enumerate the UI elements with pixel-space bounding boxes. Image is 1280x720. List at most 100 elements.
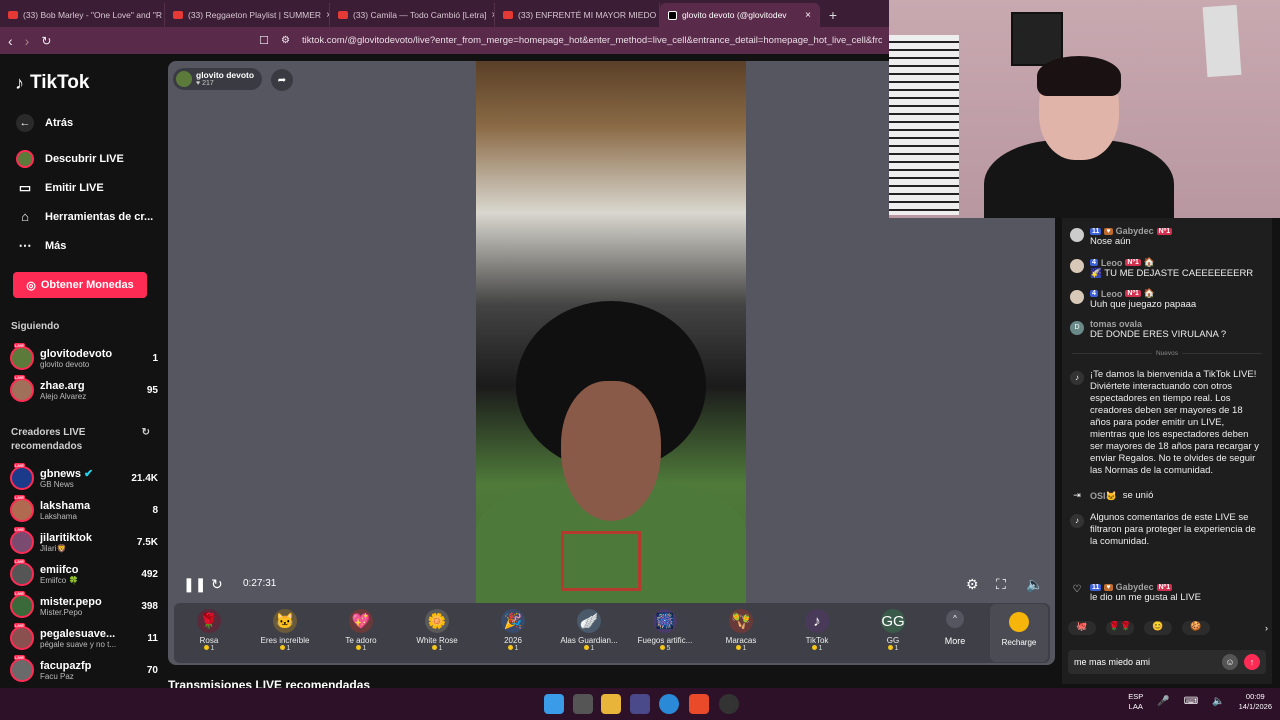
edge-icon[interactable] — [659, 694, 679, 714]
site-info-icon[interactable]: ⚙ — [281, 35, 290, 46]
obs-icon[interactable] — [719, 694, 739, 714]
new-tab-button[interactable]: + — [820, 3, 846, 27]
sidebar-user-row[interactable]: LIVE emiifco Emiifco 🍀 492 — [10, 558, 158, 590]
pause-button[interactable]: ❚❚ — [183, 576, 206, 593]
browser-tab[interactable]: (33) Camila — Todo Cambió [Letra]× — [330, 3, 495, 27]
sidebar-user-row[interactable]: LIVE glovitodevoto glovito devoto 1 — [10, 342, 158, 374]
refresh-button[interactable]: ↻ — [211, 576, 223, 593]
live-badge: LIVE — [14, 655, 25, 660]
browser-tab[interactable]: (33) ENFRENTÉ MI MAYOR MIEDO -× — [495, 3, 660, 27]
quick-gift[interactable]: 😊 — [1144, 621, 1172, 635]
gift-item[interactable]: ♪ TikTok 1 — [782, 607, 852, 652]
gift-item[interactable]: GG GG 1 — [858, 607, 928, 652]
back-icon[interactable]: ‹ — [8, 33, 13, 49]
file-explorer-icon[interactable] — [601, 694, 621, 714]
browser-tab[interactable]: (33) Reggaeton Playlist | SUMMER× — [165, 3, 330, 27]
join-icon: ⇥ — [1073, 490, 1081, 500]
language-indicator[interactable]: ESP LAA — [1128, 692, 1143, 712]
chat-input[interactable]: me mas miedo ami ☺ ↑ — [1068, 650, 1266, 674]
sidebar-user-row[interactable]: LIVE facupazfp Facu Paz 70 — [10, 654, 158, 686]
gift-item[interactable]: 🌼 White Rose 1 — [402, 607, 472, 652]
gift-item[interactable]: 🐱 Eres increíble 1 — [250, 607, 320, 652]
live-badge: LIVE — [14, 495, 25, 500]
forward-icon[interactable]: › — [25, 33, 30, 49]
quick-gift[interactable]: 🐙 — [1068, 621, 1096, 635]
user-subtitle: glovito devoto — [40, 359, 90, 369]
chevron-right-icon[interactable]: › — [1265, 623, 1268, 633]
fullscreen-button[interactable]: ⛶ — [996, 576, 1006, 593]
verified-icon: ✔ — [84, 467, 94, 480]
network-icon[interactable]: ⌨ — [1184, 697, 1198, 707]
avatar: LIVE — [10, 559, 34, 586]
gift-price: 1 — [858, 645, 928, 652]
gift-price: 1 — [706, 645, 776, 652]
emoji-icon[interactable]: ☺ — [1222, 654, 1238, 670]
more-gifts-button[interactable]: ^ More — [943, 610, 967, 646]
following-heading: Siguiendo — [11, 321, 60, 332]
gift-item[interactable]: 🎉 2026 1 — [478, 607, 548, 652]
gift-item[interactable]: 🌹 Rosa 1 — [174, 607, 244, 652]
browser-tab[interactable]: (33) Bob Marley - "One Love" and "R× — [0, 3, 165, 27]
chat-message: 4 Leoo Nº1 🏠 🌠 TU ME DEJASTE CAEEEEEEERR — [1070, 257, 1268, 280]
sidebar-user-row[interactable]: LIVE pegalesuave... pégale suave y no t...… — [10, 622, 158, 654]
url-field[interactable]: tiktok.com/@glovitodevoto/live?enter_fro… — [302, 35, 882, 46]
clock[interactable]: 00:09 14/1/2026 — [1239, 692, 1272, 712]
viewer-count: 8 — [152, 504, 158, 516]
nav-more[interactable]: ⋯ Más — [10, 231, 158, 260]
live-badge: LIVE — [14, 527, 25, 532]
bookmark-icon[interactable]: ☐ — [259, 34, 269, 47]
sidebar-user-row[interactable]: LIVE lakshama Lakshama 8 — [10, 494, 158, 526]
gift-price: 1 — [478, 645, 548, 652]
settings-button[interactable]: ⚙ — [966, 576, 979, 593]
youtube-icon — [8, 11, 18, 19]
close-tab-icon[interactable]: × — [805, 10, 811, 21]
send-button[interactable]: ↑ — [1244, 654, 1260, 670]
recommended-heading-row: Creadores LIVE recomendados ↻ — [11, 426, 158, 454]
user-subtitle: Facu Paz — [40, 671, 74, 681]
chat-message: 4 Leoo Nº1 🏠 Uuh que juegazo papaaa — [1070, 288, 1268, 311]
gift-item[interactable]: 🪽 Alas Guardian... 1 — [554, 607, 624, 652]
app-icon[interactable] — [630, 694, 650, 714]
nav-creator-tools[interactable]: ⌂ Herramientas de cr... — [10, 202, 158, 231]
gift-item[interactable]: 💖 Te adoro 1 — [326, 607, 396, 652]
microphone-icon[interactable]: 🎤 — [1157, 697, 1169, 707]
recharge-button[interactable]: Recharge — [990, 604, 1048, 662]
live-video[interactable] — [476, 61, 746, 603]
user-name: gbnews ✔ — [40, 467, 94, 480]
quick-gift[interactable]: 🌹🌹 — [1106, 621, 1134, 635]
chat-input-value[interactable]: me mas miedo ami — [1074, 657, 1150, 667]
sidebar-user-row[interactable]: LIVE mister.pepo Mister.Pepo 398 — [10, 590, 158, 622]
nav-discover-live[interactable]: Descubrir LIVE — [10, 144, 158, 173]
nav-back[interactable]: ← Atrás — [10, 108, 158, 137]
task-view-icon[interactable] — [573, 694, 593, 714]
sidebar-user-row[interactable]: LIVE zhae.arg Alejo Alvarez 95 — [10, 374, 158, 406]
reload-icon[interactable]: ↻ — [41, 34, 51, 48]
windows-start-icon[interactable] — [544, 694, 564, 714]
gift-item[interactable]: 🪇 Maracas 1 — [706, 607, 776, 652]
sidebar-user-row[interactable]: LIVE jilaritiktok Jilari🦁 7.5K — [10, 526, 158, 558]
avatar: LIVE — [10, 495, 34, 522]
host-chip[interactable]: glovito devoto ♥ 217 — [173, 68, 263, 90]
user-name: glovitodevoto — [40, 347, 113, 360]
get-coins-button[interactable]: ◎ Obtener Monedas — [13, 272, 147, 298]
gift-name: 2026 — [504, 636, 522, 645]
gift-name: Te adoro — [345, 636, 377, 645]
join-message: ⇥ OSI🐱 se unió — [1070, 488, 1268, 504]
gift-item[interactable]: 🎆 Fuegos artific... 5 — [630, 607, 700, 652]
nav-go-live[interactable]: ▭ Emitir LIVE — [10, 173, 158, 202]
browser-tab-active[interactable]: glovito devoto (@glovitodev × — [660, 3, 820, 27]
volume-tray-icon[interactable]: 🔈 — [1212, 697, 1224, 707]
user-name: facupazfp — [40, 659, 92, 672]
gift-icon: 🪇 — [729, 609, 753, 633]
heart-icon: ♡ — [1072, 584, 1082, 595]
quick-gift[interactable]: 🍪 — [1182, 621, 1210, 635]
brave-icon[interactable] — [689, 694, 709, 714]
sidebar-user-row[interactable]: LIVE gbnews ✔ GB News 21.4K — [10, 462, 158, 494]
tiktok-logo[interactable]: ♪ TikTok — [15, 72, 158, 94]
user-name: mister.pepo — [40, 595, 102, 608]
gift-price: 1 — [174, 645, 244, 652]
refresh-icon[interactable]: ↻ — [142, 426, 150, 440]
share-button[interactable]: ➦ — [271, 69, 293, 91]
coin-icon: ◎ — [26, 279, 36, 292]
volume-button[interactable]: 🔈 — [1026, 576, 1043, 593]
